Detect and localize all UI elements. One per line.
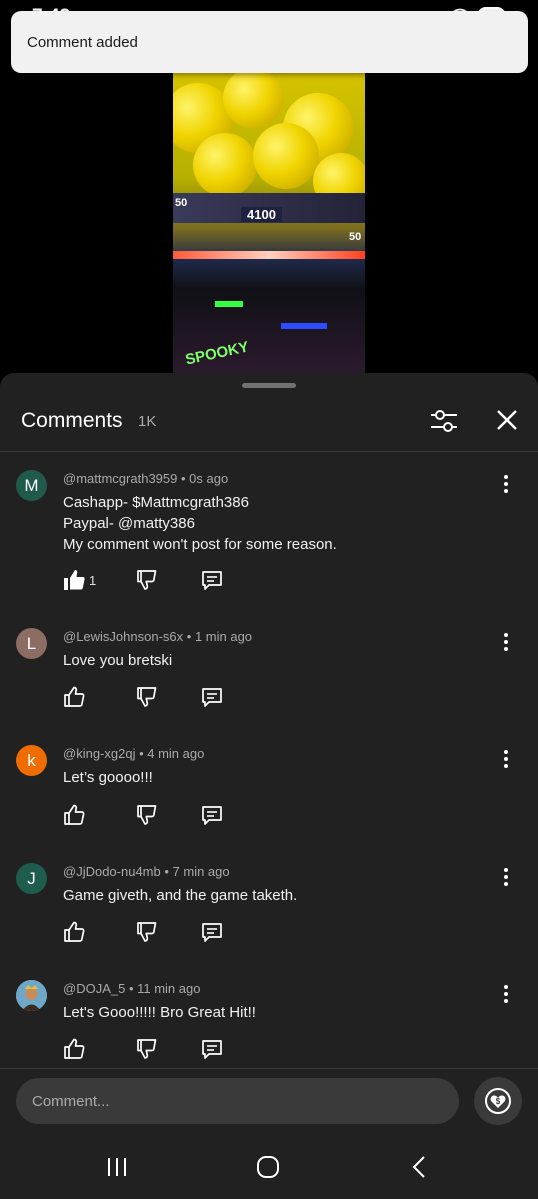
thumb-down-icon[interactable] (135, 803, 159, 827)
comment-meta: @LewisJohnson-s6x • 1 min ago (63, 629, 253, 644)
filter-icon[interactable] (429, 406, 459, 436)
comments-title: Comments (21, 409, 123, 432)
reply-icon[interactable] (200, 685, 224, 709)
thumb-up-icon[interactable] (62, 920, 86, 944)
thumb-up-icon[interactable] (62, 568, 86, 592)
back-icon[interactable] (404, 1152, 434, 1182)
comment-actions (62, 1037, 242, 1063)
comment-text: Let’s goooo!!! (63, 769, 153, 786)
more-vert-icon[interactable] (496, 749, 516, 769)
comment-time: 0s ago (189, 471, 229, 486)
comment-text: Cashapp- $Mattmcgrath386 Paypal- @matty3… (63, 494, 337, 553)
super-thanks-button[interactable]: $ (474, 1077, 522, 1125)
comment-author[interactable]: @JjDodo-nu4mb (63, 864, 161, 879)
thumb-down-icon[interactable] (135, 568, 159, 592)
super-thanks-icon: $ (485, 1088, 511, 1114)
reply-icon[interactable] (200, 920, 224, 944)
avatar[interactable]: L (16, 628, 47, 659)
more-vert-icon[interactable] (496, 867, 516, 887)
comment-actions (62, 803, 242, 829)
system-nav-bar (0, 1136, 538, 1199)
avatar[interactable]: J (16, 863, 47, 894)
comment-text: Let's Gooo!!!!! Bro Great Hit!! (63, 1004, 256, 1021)
comment-text: Love you bretski (63, 652, 173, 669)
comment-actions (62, 685, 242, 711)
comment-actions: 1 (62, 568, 242, 594)
comments-panel: Comments 1K M @mattmcgrath3959 • 0s ago … (0, 373, 538, 1199)
home-icon[interactable] (253, 1152, 283, 1182)
comment-author[interactable]: @LewisJohnson-s6x (63, 629, 183, 644)
drag-handle[interactable] (242, 383, 296, 388)
comment-input[interactable] (16, 1078, 459, 1124)
green-light (215, 301, 243, 307)
comments-count: 1K (138, 413, 157, 430)
recent-apps-icon[interactable] (102, 1152, 132, 1182)
coin-graphic (223, 73, 283, 128)
blue-light (281, 323, 327, 329)
svg-text:$: $ (496, 1097, 501, 1106)
comment-meta: @DOJA_5 • 11 min ago (63, 981, 201, 996)
comment-author[interactable]: @mattmcgrath3959 (63, 471, 177, 486)
left-value: 50 (175, 197, 188, 209)
more-vert-icon[interactable] (496, 984, 516, 1004)
avatar[interactable]: M (16, 470, 47, 501)
thumb-up-icon[interactable] (62, 803, 86, 827)
spooky-sign: SPOOKY (183, 338, 251, 369)
comment-author[interactable]: @DOJA_5 (63, 981, 125, 996)
toast-notification: Comment added (11, 11, 528, 73)
more-vert-icon[interactable] (496, 632, 516, 652)
more-vert-icon[interactable] (496, 474, 516, 494)
like-count: 1 (89, 573, 97, 588)
reply-icon[interactable] (200, 568, 224, 592)
coin-graphic (193, 133, 257, 197)
coin-graphic (253, 123, 319, 189)
thumb-down-icon[interactable] (135, 685, 159, 709)
avatar[interactable] (16, 980, 47, 1011)
comment-text: Game giveth, and the game taketh. (63, 887, 298, 904)
right-value: 50 (349, 231, 362, 243)
neon-light (173, 251, 365, 259)
comment-time: 1 min ago (194, 629, 253, 644)
thumb-up-icon[interactable] (62, 685, 86, 709)
header-divider (0, 451, 538, 452)
comment-time: 4 min ago (147, 746, 205, 761)
comment-meta: @mattmcgrath3959 • 0s ago (63, 471, 229, 486)
comment-meta: @JjDodo-nu4mb • 7 min ago (63, 864, 230, 879)
comment-author[interactable]: @king-xg2qj (63, 746, 135, 761)
input-divider (0, 1068, 538, 1069)
thumb-down-icon[interactable] (135, 920, 159, 944)
comment-time: 11 min ago (137, 981, 201, 996)
reply-icon[interactable] (200, 1037, 224, 1061)
reply-icon[interactable] (200, 803, 224, 827)
comment-actions (62, 920, 242, 946)
profile-picture (16, 980, 47, 1011)
close-icon[interactable] (493, 406, 521, 434)
thumb-up-icon[interactable] (62, 1037, 86, 1061)
toast-text: Comment added (27, 34, 138, 51)
video-player[interactable]: 50 4100 50 SPOOKY (173, 73, 365, 373)
comment-time: 7 min ago (172, 864, 230, 879)
meter-value: 4100 (241, 207, 282, 222)
comment-meta: @king-xg2qj • 4 min ago (63, 746, 205, 761)
thumb-down-icon[interactable] (135, 1037, 159, 1061)
avatar[interactable]: k (16, 745, 47, 776)
